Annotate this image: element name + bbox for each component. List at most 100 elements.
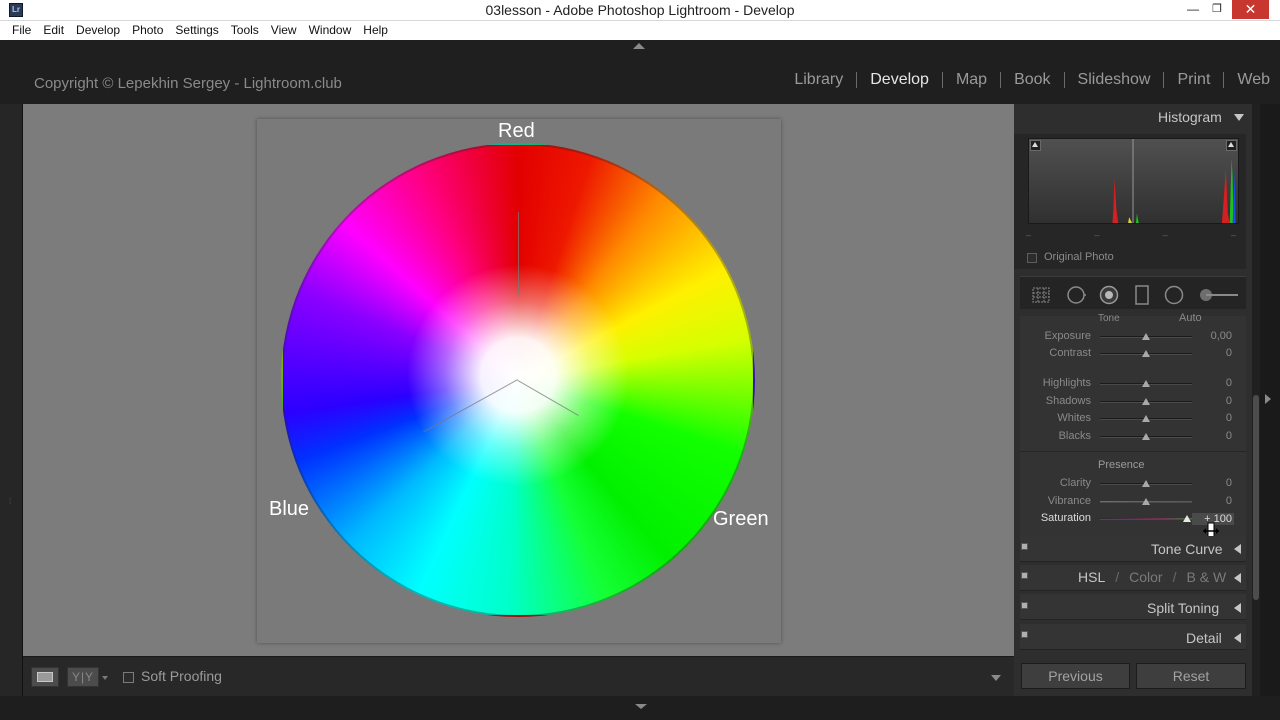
- adjustment-brush-icon[interactable]: [1198, 287, 1238, 303]
- left-panel-toggle-icon[interactable]: ⁞: [9, 497, 11, 506]
- shadows-value[interactable]: 0: [1192, 395, 1232, 407]
- tab-bw[interactable]: B & W: [1186, 569, 1226, 585]
- vibrance-label: Vibrance: [1047, 495, 1091, 507]
- red-eye-icon[interactable]: [1099, 285, 1119, 305]
- toolbar-options-icon[interactable]: [991, 675, 1001, 681]
- blacks-value[interactable]: 0: [1192, 430, 1232, 442]
- label-red: Red: [498, 120, 535, 142]
- whites-value[interactable]: 0: [1192, 412, 1232, 424]
- menu-tools[interactable]: Tools: [225, 21, 265, 40]
- crop-overlay-icon[interactable]: [1031, 285, 1051, 305]
- info-aperture: –: [1162, 230, 1168, 240]
- tone-curve-expand-icon[interactable]: [1234, 544, 1241, 554]
- vibrance-slider-thumb[interactable]: [1142, 498, 1150, 505]
- menu-photo[interactable]: Photo: [126, 21, 169, 40]
- photo-canvas[interactable]: Red Green Blue: [257, 119, 781, 643]
- shadows-label: Shadows: [1045, 395, 1091, 407]
- contrast-value[interactable]: 0: [1192, 347, 1232, 359]
- saturation-slider[interactable]: [1100, 518, 1192, 520]
- module-map[interactable]: Map: [956, 71, 987, 89]
- radial-filter-icon[interactable]: [1164, 285, 1184, 305]
- split-toning-title[interactable]: Split Toning: [1147, 600, 1219, 616]
- detail-toggle[interactable]: [1021, 631, 1028, 638]
- hsl-toggle[interactable]: [1021, 572, 1028, 579]
- menu-view[interactable]: View: [265, 21, 303, 40]
- menu-help[interactable]: Help: [357, 21, 394, 40]
- filmstrip-toggle-icon[interactable]: [635, 704, 647, 709]
- module-library[interactable]: Library: [794, 71, 843, 89]
- module-picker: Library Develop Map Book Slideshow Print…: [794, 71, 1270, 89]
- filmstrip-collapsed-strip[interactable]: [0, 696, 1280, 720]
- spot-removal-icon[interactable]: [1066, 285, 1086, 305]
- reset-button[interactable]: Reset: [1136, 663, 1246, 689]
- module-separator: [1063, 72, 1065, 88]
- saturation-slider-thumb[interactable]: [1183, 515, 1191, 522]
- shadows-slider-thumb[interactable]: [1142, 398, 1150, 405]
- tab-color[interactable]: Color: [1129, 569, 1162, 585]
- restore-button[interactable]: ❐: [1206, 0, 1228, 21]
- presence-section-label: Presence: [1098, 459, 1145, 471]
- exposure-slider-thumb[interactable]: [1142, 333, 1150, 340]
- detail-title[interactable]: Detail: [1186, 630, 1222, 646]
- clarity-slider-thumb[interactable]: [1142, 480, 1150, 487]
- right-panel-toggle-icon[interactable]: [1265, 394, 1271, 404]
- graduated-filter-icon[interactable]: [1132, 285, 1152, 305]
- highlights-label: Highlights: [1042, 377, 1091, 389]
- top-panel-toggle-icon[interactable]: [633, 43, 645, 49]
- split-toning-expand-icon[interactable]: [1234, 603, 1241, 613]
- highlights-value[interactable]: 0: [1192, 377, 1232, 389]
- whites-label: Whites: [1057, 412, 1091, 424]
- clarity-label: Clarity: [1059, 477, 1091, 489]
- tone-curve-title[interactable]: Tone Curve: [1151, 541, 1223, 557]
- menu-window[interactable]: Window: [303, 21, 358, 40]
- module-separator: [856, 72, 858, 88]
- module-develop[interactable]: Develop: [870, 71, 929, 89]
- before-after-button[interactable]: Y|Y: [67, 667, 99, 687]
- menu-develop[interactable]: Develop: [70, 21, 126, 40]
- menu-file[interactable]: File: [6, 21, 37, 40]
- previous-button[interactable]: Previous: [1021, 663, 1130, 689]
- vibrance-value[interactable]: 0: [1192, 495, 1232, 507]
- module-separator: [941, 72, 943, 88]
- exposure-value[interactable]: 0,00: [1192, 330, 1232, 342]
- before-after-dropdown-icon[interactable]: [102, 676, 108, 680]
- original-photo-label[interactable]: Original Photo: [1044, 251, 1114, 263]
- histogram-title[interactable]: Histogram: [1158, 109, 1222, 125]
- module-separator: [1163, 72, 1165, 88]
- hsl-tabs: HSL / Color / B & W: [1078, 569, 1226, 585]
- histogram-collapse-icon[interactable]: [1234, 114, 1244, 121]
- split-toning-toggle[interactable]: [1021, 602, 1028, 609]
- module-slideshow[interactable]: Slideshow: [1078, 71, 1151, 89]
- original-photo-checkbox[interactable]: [1027, 253, 1037, 263]
- loupe-view-icon: [37, 672, 53, 682]
- blacks-slider-thumb[interactable]: [1142, 433, 1150, 440]
- menu-settings[interactable]: Settings: [169, 21, 224, 40]
- image-workspace[interactable]: Red Green Blue: [23, 104, 1014, 656]
- module-print[interactable]: Print: [1177, 71, 1210, 89]
- minimize-button[interactable]: —: [1182, 0, 1204, 21]
- right-panel-scrollbar-thumb[interactable]: [1253, 395, 1259, 600]
- whites-slider-thumb[interactable]: [1142, 415, 1150, 422]
- tab-separator: /: [1172, 569, 1177, 585]
- tone-curve-toggle[interactable]: [1021, 543, 1028, 550]
- clarity-value[interactable]: 0: [1192, 477, 1232, 489]
- tone-auto-button[interactable]: Auto: [1179, 312, 1202, 324]
- loupe-view-button[interactable]: [31, 667, 59, 687]
- contrast-slider-thumb[interactable]: [1142, 350, 1150, 357]
- soft-proofing-checkbox[interactable]: [123, 672, 134, 683]
- histogram-graph[interactable]: [1028, 138, 1239, 224]
- menu-edit[interactable]: Edit: [37, 21, 70, 40]
- develop-tool-strip: [1020, 276, 1246, 309]
- module-book[interactable]: Book: [1014, 71, 1050, 89]
- detail-expand-icon[interactable]: [1234, 633, 1241, 643]
- close-button[interactable]: ✕: [1232, 0, 1269, 19]
- highlights-slider-thumb[interactable]: [1142, 380, 1150, 387]
- soft-proofing-label[interactable]: Soft Proofing: [141, 668, 222, 684]
- module-web[interactable]: Web: [1237, 71, 1270, 89]
- module-picker-bar: Copyright © Lepekhin Sergey - Lightroom.…: [0, 40, 1280, 104]
- hsl-expand-icon[interactable]: [1234, 573, 1241, 583]
- left-panel-collapsed-strip[interactable]: ⁞: [0, 104, 22, 696]
- tab-hsl[interactable]: HSL: [1078, 569, 1105, 585]
- blacks-label: Blacks: [1058, 430, 1091, 442]
- window-title: 03lesson - Adobe Photoshop Lightroom - D…: [485, 2, 795, 18]
